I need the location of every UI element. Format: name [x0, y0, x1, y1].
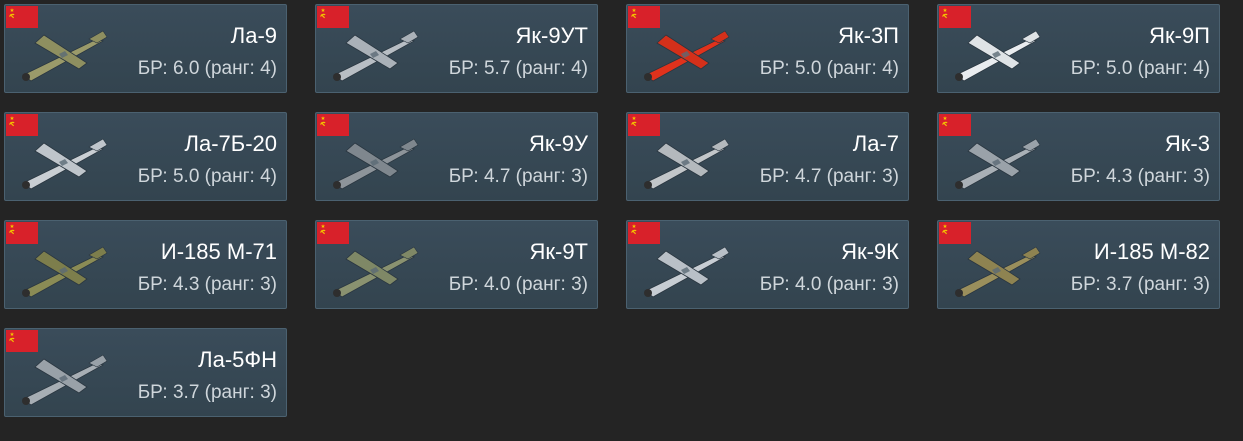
- vehicle-card[interactable]: Як-3 БР: 4.3 (ранг: 3): [937, 112, 1220, 201]
- vehicle-grid: Ла-9 БР: 6.0 (ранг: 4) Як-9УТ БР: 5.7 (р…: [4, 4, 1220, 417]
- vehicle-card[interactable]: Як-9У БР: 4.7 (ранг: 3): [315, 112, 598, 201]
- vehicle-battle-rating: БР: 4.3 (ранг: 3): [137, 274, 277, 295]
- vehicle-name: Як-9П: [1149, 23, 1210, 48]
- vehicle-card[interactable]: Як-9К БР: 4.0 (ранг: 3): [626, 220, 909, 309]
- ussr-flag-icon: [317, 114, 349, 136]
- vehicle-card[interactable]: Ла-7 БР: 4.7 (ранг: 3): [626, 112, 909, 201]
- ussr-flag-icon: [628, 114, 660, 136]
- vehicle-card[interactable]: Ла-9 БР: 6.0 (ранг: 4): [4, 4, 287, 93]
- vehicle-battle-rating: БР: 4.0 (ранг: 3): [759, 274, 899, 295]
- vehicle-name: Ла-7: [852, 131, 899, 156]
- vehicle-battle-rating: БР: 3.7 (ранг: 3): [1070, 274, 1210, 295]
- ussr-flag-icon: [6, 6, 38, 28]
- ussr-flag-icon: [939, 6, 971, 28]
- vehicle-name: Як-3П: [838, 23, 899, 48]
- vehicle-battle-rating: БР: 4.0 (ранг: 3): [448, 274, 588, 295]
- vehicle-battle-rating: БР: 5.7 (ранг: 4): [448, 58, 588, 79]
- vehicle-card[interactable]: Ла-5ФН БР: 3.7 (ранг: 3): [4, 328, 287, 417]
- vehicle-card[interactable]: Як-3П БР: 5.0 (ранг: 4): [626, 4, 909, 93]
- vehicle-card[interactable]: Як-9УТ БР: 5.7 (ранг: 4): [315, 4, 598, 93]
- ussr-flag-icon: [628, 6, 660, 28]
- ussr-flag-icon: [317, 6, 349, 28]
- ussr-flag-icon: [939, 222, 971, 244]
- vehicle-name: Як-9Т: [529, 239, 588, 264]
- ussr-flag-icon: [939, 114, 971, 136]
- vehicle-name: Ла-5ФН: [198, 347, 277, 372]
- vehicle-card[interactable]: Як-9Т БР: 4.0 (ранг: 3): [315, 220, 598, 309]
- vehicle-name: Як-9У: [528, 131, 588, 156]
- ussr-flag-icon: [6, 114, 38, 136]
- vehicle-name: Як-9К: [841, 239, 899, 264]
- vehicle-battle-rating: БР: 4.3 (ранг: 3): [1070, 166, 1210, 187]
- vehicle-battle-rating: БР: 6.0 (ранг: 4): [137, 58, 277, 79]
- vehicle-name: Ла-9: [230, 23, 277, 48]
- vehicle-name: И-185 М-71: [160, 239, 277, 264]
- vehicle-battle-rating: БР: 4.7 (ранг: 3): [448, 166, 588, 187]
- vehicle-battle-rating: БР: 5.0 (ранг: 4): [759, 58, 899, 79]
- vehicle-card[interactable]: И-185 М-82 БР: 3.7 (ранг: 3): [937, 220, 1220, 309]
- vehicle-battle-rating: БР: 5.0 (ранг: 4): [137, 166, 277, 187]
- vehicle-battle-rating: БР: 5.0 (ранг: 4): [1070, 58, 1210, 79]
- vehicle-card[interactable]: Ла-7Б-20 БР: 5.0 (ранг: 4): [4, 112, 287, 201]
- vehicle-name: Як-3: [1164, 131, 1210, 156]
- ussr-flag-icon: [317, 222, 349, 244]
- vehicle-card[interactable]: Як-9П БР: 5.0 (ранг: 4): [937, 4, 1220, 93]
- vehicle-battle-rating: БР: 3.7 (ранг: 3): [137, 382, 277, 403]
- ussr-flag-icon: [628, 222, 660, 244]
- vehicle-name: И-185 М-82: [1093, 239, 1210, 264]
- vehicle-card[interactable]: И-185 М-71 БР: 4.3 (ранг: 3): [4, 220, 287, 309]
- ussr-flag-icon: [6, 222, 38, 244]
- ussr-flag-icon: [6, 330, 38, 352]
- vehicle-name: Як-9УТ: [515, 23, 589, 48]
- vehicle-battle-rating: БР: 4.7 (ранг: 3): [759, 166, 899, 187]
- vehicle-name: Ла-7Б-20: [184, 131, 277, 156]
